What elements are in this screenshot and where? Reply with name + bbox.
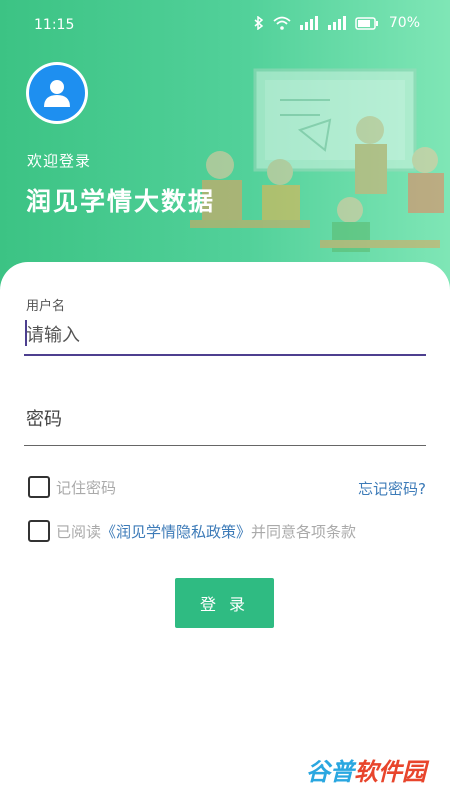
text-cursor: [25, 320, 27, 346]
status-bar: 11:15 70%: [0, 0, 450, 52]
agree-policy-row: 已阅读 《润见学情隐私政策》 并同意各项条款: [28, 520, 356, 542]
login-button[interactable]: 登 录: [175, 578, 274, 628]
password-input[interactable]: [24, 394, 426, 446]
wifi-icon: [273, 16, 291, 30]
signal-icon: [299, 16, 318, 30]
signal-icon: [327, 16, 346, 30]
app-title: 润见学情大数据: [26, 187, 216, 216]
watermark-logo: 谷普 软件园: [306, 752, 426, 787]
user-icon: [29, 65, 85, 121]
welcome-text: 欢迎登录: [27, 152, 92, 170]
agree-prefix: 已阅读: [56, 522, 102, 541]
avatar: [26, 62, 88, 124]
username-input[interactable]: [24, 316, 426, 356]
header-banner: 11:15 70% 欢迎登录 润见学情大数据: [0, 0, 450, 290]
battery-icon: [355, 16, 378, 30]
remember-label: 记住密码: [56, 478, 117, 497]
agree-checkbox[interactable]: [28, 520, 50, 542]
remember-password-row[interactable]: 记住密码: [28, 476, 116, 498]
battery-percentage: 70%: [388, 15, 420, 31]
classroom-illustration: [190, 68, 444, 252]
status-icons: 70%: [253, 15, 420, 31]
forgot-password-link[interactable]: 忘记密码?: [358, 478, 426, 499]
watermark-part2: 软件园: [354, 758, 426, 786]
watermark-part1: 谷普: [306, 758, 354, 786]
username-label: 用户名: [26, 299, 66, 314]
privacy-policy-link[interactable]: 《润见学情隐私政策》: [101, 521, 251, 542]
remember-checkbox[interactable]: [28, 476, 50, 498]
status-time: 11:15: [34, 17, 75, 33]
agree-suffix: 并同意各项条款: [251, 522, 357, 541]
bluetooth-icon: [254, 16, 264, 30]
